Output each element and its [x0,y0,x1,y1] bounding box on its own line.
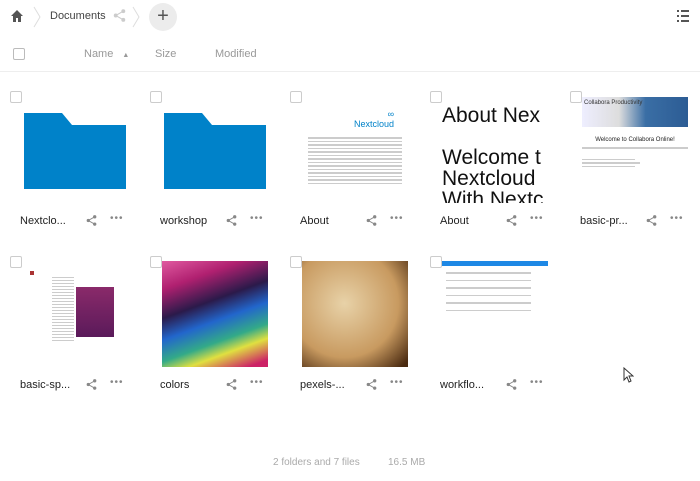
file-checkbox[interactable] [150,91,162,103]
share-icon[interactable] [113,9,126,22]
file-checkbox[interactable] [430,256,442,268]
file-name[interactable]: About [300,215,329,227]
nextcloud-logo-icon: ∞ [387,109,394,119]
file-checkbox[interactable] [430,91,442,103]
share-icon[interactable] [86,215,97,226]
more-actions-icon[interactable]: ••• [390,213,404,224]
file-name[interactable]: About [440,215,469,227]
summary-counts: 2 folders and 7 files [273,457,360,468]
breadcrumb-separator-icon [33,6,41,28]
thumb-line: With Nextc [442,188,544,204]
new-button[interactable]: + [149,3,177,31]
file-checkbox[interactable] [10,256,22,268]
top-bar: Documents + [0,0,700,34]
name-header-label: Name [84,48,114,60]
file-thumbnail[interactable] [442,261,548,367]
file-thumbnail[interactable] [22,261,128,367]
more-actions-icon[interactable]: ••• [530,377,544,388]
share-icon[interactable] [646,215,657,226]
thumb-title: Collabora Productivity [582,97,688,127]
share-icon[interactable] [366,379,377,390]
thumb-text: Nextcloud [353,119,394,129]
file-thumbnail[interactable] [162,91,268,197]
more-actions-icon[interactable]: ••• [390,377,404,388]
file-name[interactable]: colors [160,379,189,391]
file-thumbnail[interactable] [162,261,268,367]
file-name[interactable]: Nextclo... [20,215,66,227]
share-icon[interactable] [226,215,237,226]
share-icon[interactable] [506,215,517,226]
more-actions-icon[interactable]: ••• [110,213,124,224]
share-icon[interactable] [506,379,517,390]
more-actions-icon[interactable]: ••• [530,213,544,224]
select-all-checkbox[interactable] [13,48,25,60]
mouse-cursor-icon [623,367,634,383]
thumb-heading: Welcome to Collabora Online! [595,137,675,143]
sort-by-modified[interactable]: Modified [215,48,257,60]
file-tile[interactable]: Nextclo... ••• [10,91,150,251]
file-tile[interactable]: ∞ Nextcloud About ••• [290,91,430,251]
file-thumbnail[interactable] [302,261,408,367]
summary-size: 16.5 MB [388,457,426,468]
file-tile[interactable]: colors ••• [150,256,290,416]
file-checkbox[interactable] [150,256,162,268]
file-tile[interactable]: Collabora Productivity Welcome to Collabo… [570,91,700,251]
more-actions-icon[interactable]: ••• [250,377,264,388]
file-name[interactable]: basic-pr... [580,215,628,227]
thumb-line: About Nex [442,104,541,127]
file-thumbnail[interactable]: Collabora Productivity Welcome to Collabo… [582,97,688,203]
sort-by-size[interactable]: Size [155,48,176,60]
breadcrumb-separator-icon [132,6,140,28]
file-thumbnail[interactable]: About Nex Welcome t Nextcloud With Nextc [442,97,548,204]
file-checkbox[interactable] [570,91,582,103]
home-icon[interactable] [10,9,24,23]
thumb-line: Nextcloud [442,167,536,190]
more-actions-icon[interactable]: ••• [670,213,684,224]
view-toggle-icon[interactable] [677,10,689,22]
file-name[interactable]: pexels-... [300,379,345,391]
folder-icon [24,113,126,189]
share-icon[interactable] [226,379,237,390]
more-actions-icon[interactable]: ••• [250,213,264,224]
file-thumbnail[interactable]: ∞ Nextcloud [302,97,408,203]
more-actions-icon[interactable]: ••• [110,377,124,388]
file-thumbnail[interactable] [22,91,128,197]
sort-ascending-icon: ▲ [122,52,130,59]
share-icon[interactable] [366,215,377,226]
file-name[interactable]: basic-sp... [20,379,70,391]
share-icon[interactable] [86,379,97,390]
file-checkbox[interactable] [10,91,22,103]
file-name[interactable]: workflo... [440,379,484,391]
thumb-line [442,126,548,147]
file-tile[interactable]: basic-sp... ••• [10,256,150,416]
thumb-line: Welcome t [442,146,541,169]
file-tile[interactable]: workshop ••• [150,91,290,251]
file-tile[interactable]: workflo... ••• [430,256,570,416]
breadcrumb-documents[interactable]: Documents [50,10,106,22]
sort-by-name[interactable]: Name ▲ [84,48,129,60]
file-tile[interactable]: About Nex Welcome t Nextcloud With Nextc Ab… [430,91,570,251]
file-checkbox[interactable] [290,256,302,268]
file-list-header: Name ▲ Size Modified [0,40,700,72]
folder-icon [164,113,266,189]
file-checkbox[interactable] [290,91,302,103]
file-name[interactable]: workshop [160,215,207,227]
file-tile[interactable]: pexels-... ••• [290,256,430,416]
